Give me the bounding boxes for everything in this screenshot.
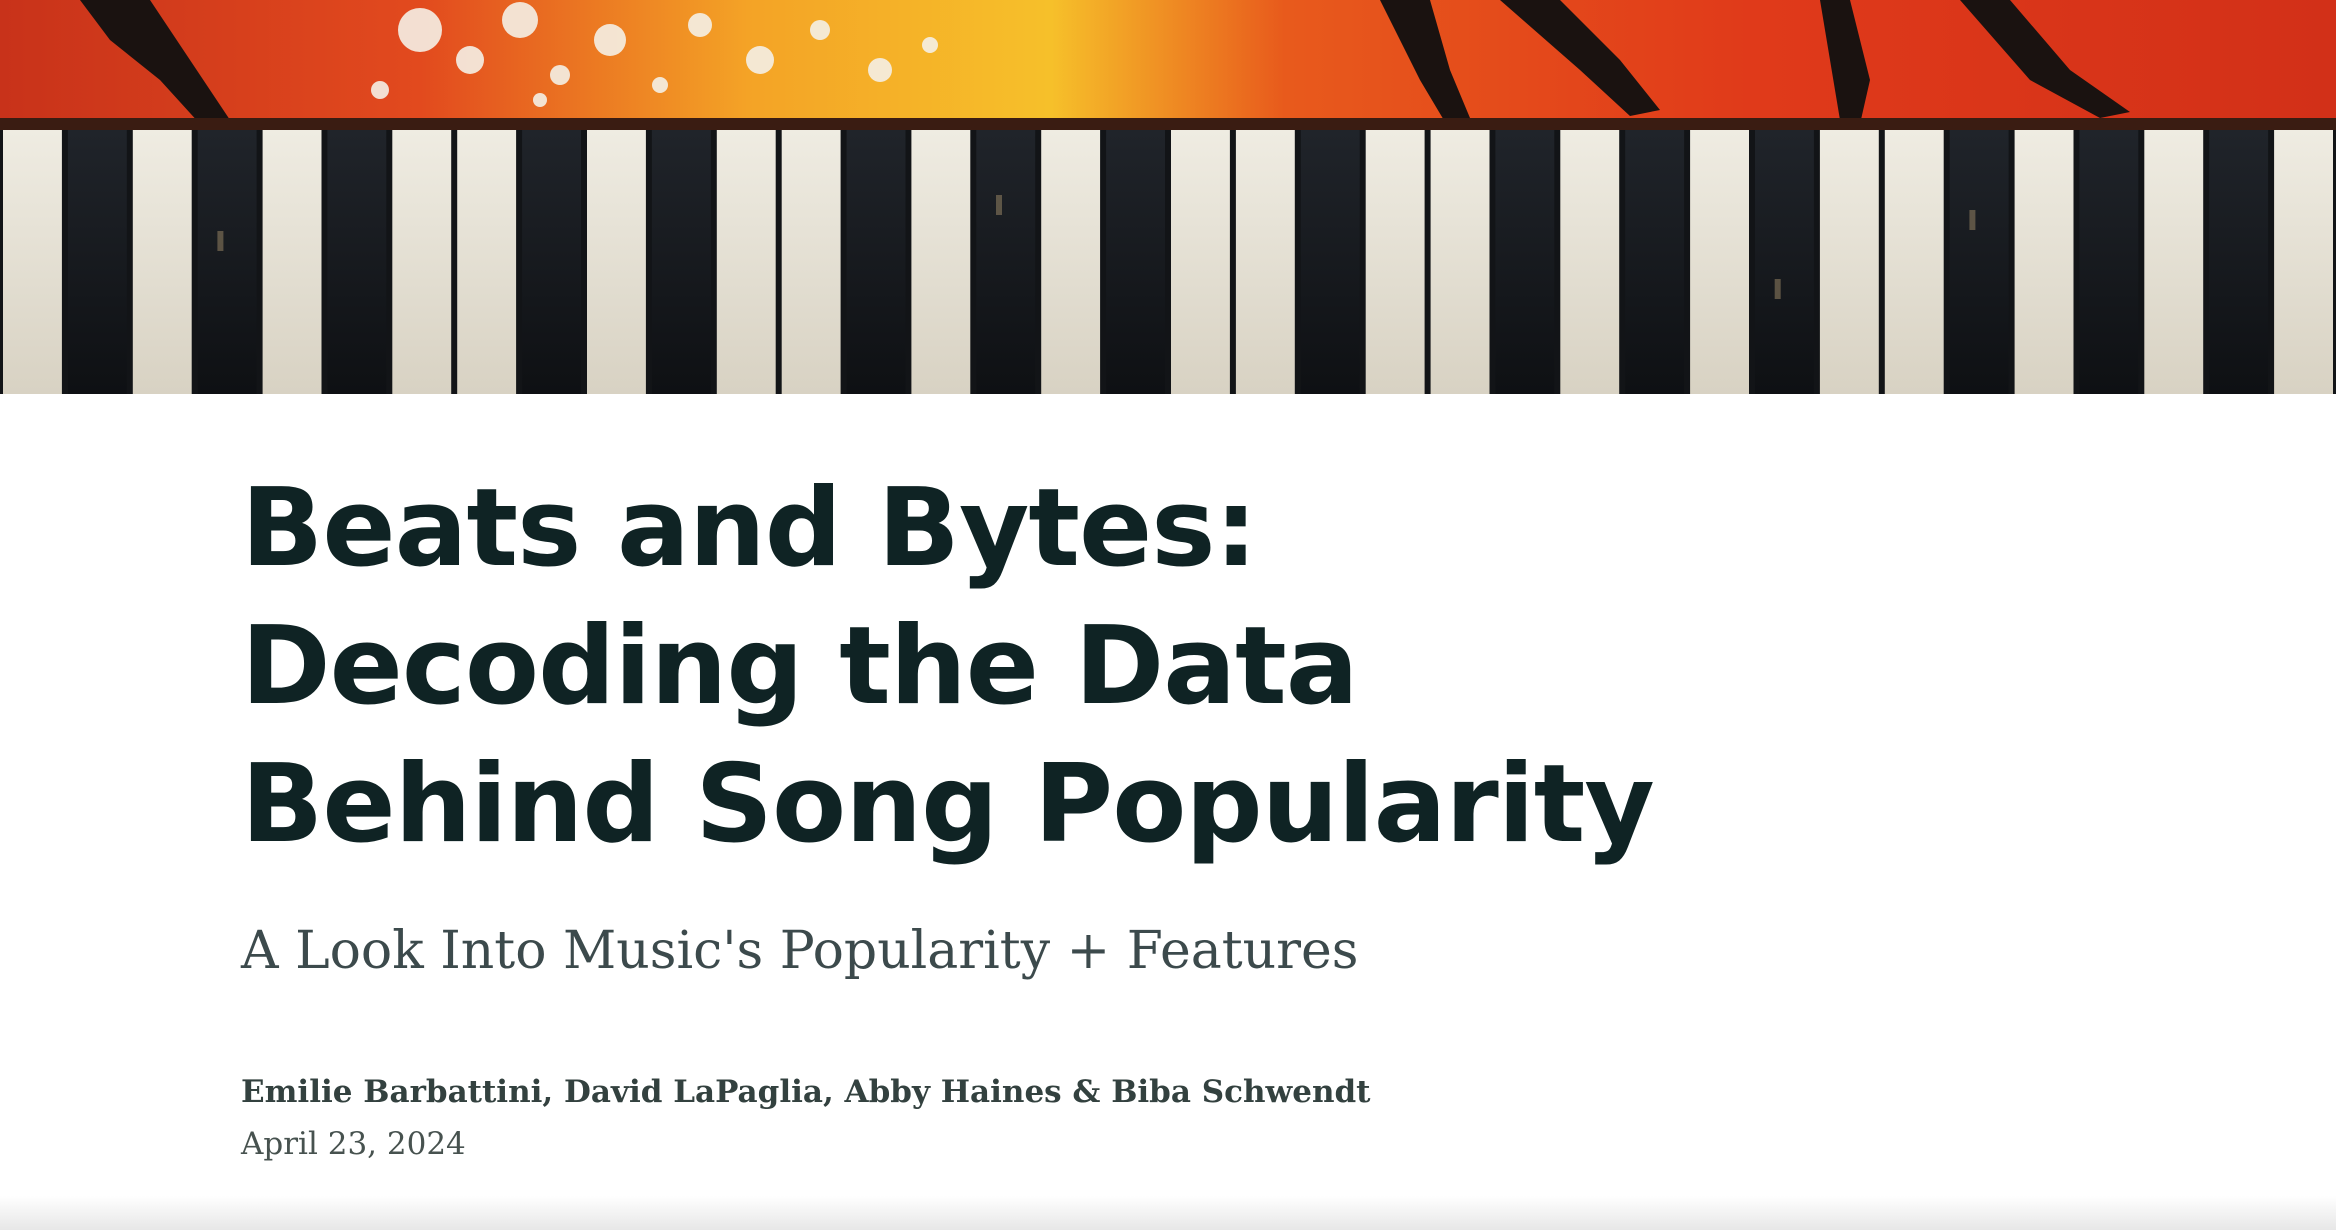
key-wear-mark [996,195,1002,215]
white-key [1041,130,1101,394]
article-header: Beats and Bytes: Decoding the Data Behin… [241,460,1891,1164]
black-key [327,130,387,394]
key-wear-mark [1969,210,1976,230]
white-key [2014,130,2074,394]
publish-date: April 23, 2024 [241,1126,466,1162]
white-key [587,130,646,394]
white-key [1819,130,1879,394]
white-key [1171,130,1230,394]
white-key [2144,130,2204,394]
white-key [716,130,776,394]
white-key [1690,130,1749,394]
black-key [651,130,711,394]
key-wear-mark [217,231,224,251]
author-byline: Emilie Barbattini, David LaPaglia, Abby … [241,1074,1371,1110]
white-key [2274,130,2333,394]
black-key [1755,130,1814,394]
black-key [67,130,127,394]
white-key [1560,130,1620,394]
painted-piano-illustration [0,0,2336,394]
hero-image [0,0,2336,394]
white-key [1235,130,1295,394]
key-wear-mark [1774,279,1781,299]
black-key [1300,130,1360,394]
white-key [262,130,322,394]
article-title: Beats and Bytes: Decoding the Data Behin… [241,466,1655,867]
white-key [3,130,62,394]
black-key [1625,130,1685,394]
black-key [2209,130,2269,394]
black-key [1495,130,1555,394]
white-key [1430,130,1490,394]
black-key [976,130,1036,394]
white-key [457,130,517,394]
black-key [1949,130,2009,394]
black-key [197,130,257,394]
white-key [1884,130,1944,394]
black-key [1106,130,1165,394]
white-key [911,130,971,394]
article-subtitle: A Look Into Music's Popularity + Feature… [241,921,1359,981]
black-key [2079,130,2139,394]
white-key [1365,130,1425,394]
black-key [846,130,906,394]
white-key [132,130,192,394]
bottom-divider [0,1196,2336,1230]
black-key [522,130,581,394]
white-key [781,130,841,394]
white-key [392,130,452,394]
